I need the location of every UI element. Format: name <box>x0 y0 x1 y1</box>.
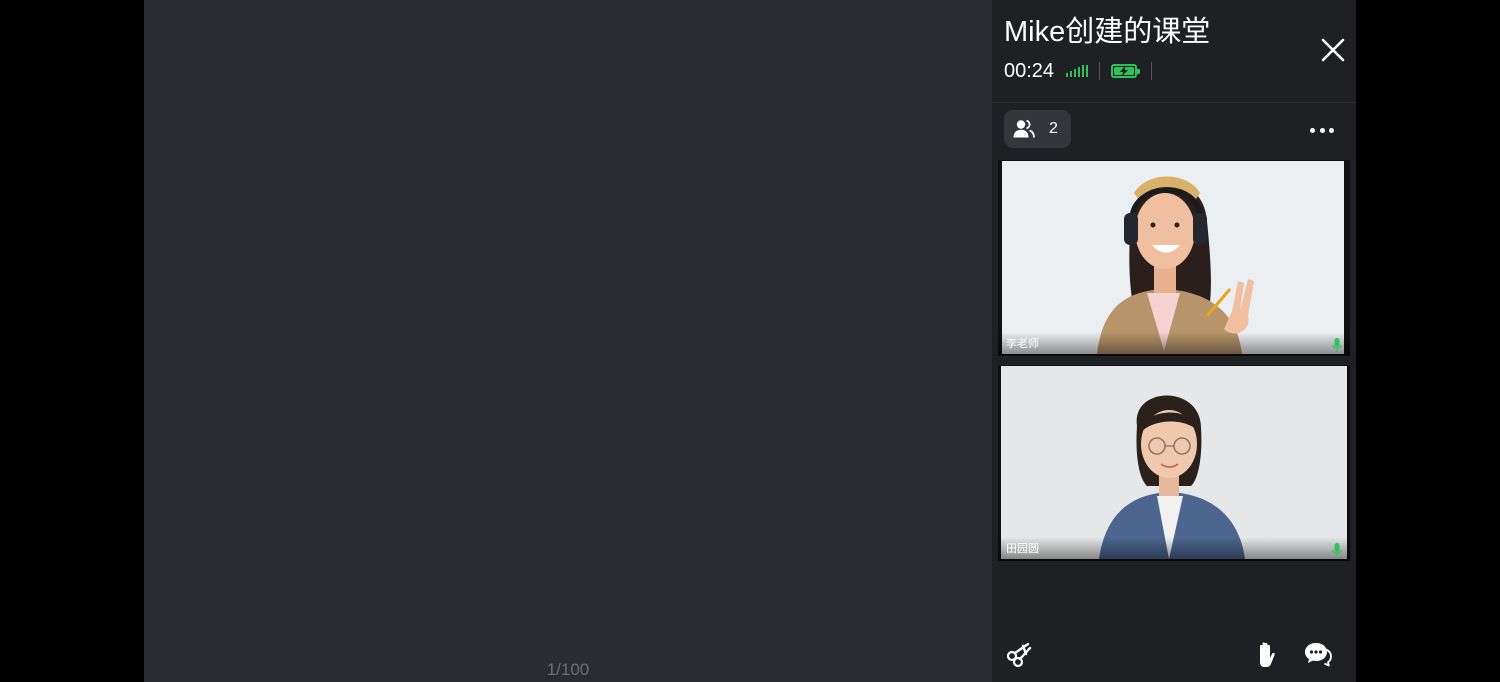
microphone-icon <box>1332 338 1342 352</box>
session-timer: 00:24 <box>1004 59 1055 82</box>
person-with-glasses-image <box>1001 366 1347 559</box>
scissors-icon <box>1006 642 1032 668</box>
participant-video <box>1001 366 1347 559</box>
raise-hand-icon <box>1260 642 1275 667</box>
page-indicator: 1/100 <box>546 660 590 679</box>
video-name-bar <box>998 537 1350 561</box>
participants-count: 2 <box>1049 120 1058 137</box>
status-bar: 00:24 <box>1004 58 1163 84</box>
person-with-headphones-image <box>1002 161 1344 354</box>
participant-video <box>1002 161 1344 354</box>
video-tile[interactable]: 李老师 <box>998 160 1350 356</box>
chat-bubbles-icon <box>1305 643 1332 667</box>
raise-hand-button[interactable] <box>1252 640 1280 668</box>
close-icon <box>1321 38 1345 62</box>
participants-button[interactable]: 2 <box>1004 110 1071 148</box>
scissors-button[interactable] <box>1006 640 1034 668</box>
chat-button[interactable] <box>1304 640 1332 668</box>
users-icon <box>1013 119 1035 138</box>
panel-divider <box>992 102 1356 103</box>
microphone-icon <box>1332 543 1342 557</box>
status-separator <box>1099 62 1101 80</box>
more-horizontal-icon <box>1310 127 1315 133</box>
side-panel: Mike创建的课堂 00:24 2 李老师 田园圆 <box>992 0 1356 682</box>
classroom-title: Mike创建的课堂 <box>1004 16 1211 48</box>
signal-strength-icon <box>1066 65 1089 77</box>
video-tile[interactable]: 田园圆 <box>998 365 1350 561</box>
status-separator <box>1151 62 1153 80</box>
battery-charging-icon <box>1111 64 1141 78</box>
video-name-bar <box>998 332 1350 356</box>
participant-name: 田园圆 <box>1006 543 1039 555</box>
participant-name: 李老师 <box>1006 338 1039 350</box>
close-button[interactable] <box>1320 37 1346 63</box>
more-options-button[interactable] <box>1310 120 1334 140</box>
whiteboard-canvas[interactable]: 1/100 <box>144 0 992 682</box>
